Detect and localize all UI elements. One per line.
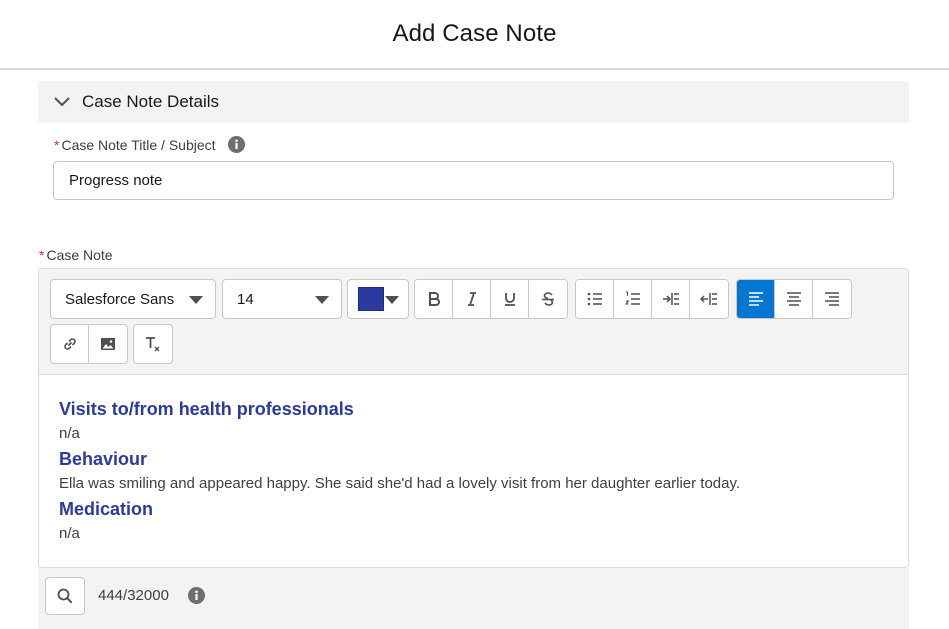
insert-button-group xyxy=(50,324,128,364)
clear-format-group xyxy=(133,324,173,364)
underline-button[interactable] xyxy=(491,280,529,318)
align-center-icon xyxy=(786,292,801,306)
search-button[interactable] xyxy=(45,577,85,615)
info-icon[interactable] xyxy=(227,136,245,153)
bold-icon xyxy=(428,292,440,306)
outdent-icon xyxy=(700,293,717,305)
font-family-select[interactable]: Salesforce Sans xyxy=(50,279,216,319)
content-paragraph: n/a xyxy=(59,425,80,442)
font-size-select[interactable]: 14 xyxy=(222,279,342,319)
case-note-label-text: Case Note xyxy=(46,247,113,263)
content-heading: Medication xyxy=(59,499,154,519)
bulleted-list-icon xyxy=(587,292,602,306)
align-left-button[interactable] xyxy=(737,280,775,318)
numbered-list-button[interactable] xyxy=(614,280,652,318)
font-size-value: 14 xyxy=(237,290,254,308)
required-marker: * xyxy=(39,247,45,263)
caret-down-icon xyxy=(189,296,203,304)
list-button-group xyxy=(575,279,729,319)
bulleted-list-button[interactable] xyxy=(576,280,614,318)
rich-text-editor: Salesforce Sans 14 Visits to/from health… xyxy=(38,268,909,568)
chevron-down-icon xyxy=(54,97,70,107)
content-paragraph: n/a xyxy=(59,525,80,542)
text-color-picker[interactable] xyxy=(347,279,409,319)
required-marker: * xyxy=(54,136,60,153)
content-heading: Behaviour xyxy=(59,449,148,469)
section-header-case-note-details[interactable]: Case Note Details xyxy=(38,81,909,123)
editor-content[interactable]: Visits to/from health professionals n/a … xyxy=(59,397,889,547)
align-left-icon xyxy=(748,292,763,306)
info-icon[interactable] xyxy=(188,587,205,604)
case-note-field-label: * Case Note xyxy=(39,247,113,263)
title-label-text: Case Note Title / Subject xyxy=(61,136,216,153)
search-icon xyxy=(57,588,73,604)
image-icon xyxy=(101,338,115,350)
editor-toolbar: Salesforce Sans 14 xyxy=(39,269,908,375)
case-note-title-input[interactable] xyxy=(53,161,894,200)
caret-down-icon xyxy=(315,296,329,304)
italic-button[interactable] xyxy=(453,280,491,318)
content-paragraph: Ella was smiling and appeared happy. She… xyxy=(59,475,741,492)
modal-header: Add Case Note xyxy=(0,0,949,70)
insert-link-button[interactable] xyxy=(51,325,89,363)
indent-button[interactable] xyxy=(652,280,690,318)
font-family-value: Salesforce Sans xyxy=(65,290,175,308)
title-field-label: * Case Note Title / Subject xyxy=(54,136,245,153)
indent-icon xyxy=(662,293,679,305)
italic-icon xyxy=(467,292,476,306)
section-title: Case Note Details xyxy=(82,92,220,111)
align-right-icon xyxy=(825,292,839,306)
align-center-button[interactable] xyxy=(775,280,813,318)
strikethrough-icon xyxy=(542,292,554,306)
link-icon xyxy=(63,338,76,350)
editor-footer: 444/32000 xyxy=(38,568,909,629)
content-heading: Visits to/from health professionals xyxy=(59,399,354,419)
bold-button[interactable] xyxy=(415,280,453,318)
strikethrough-button[interactable] xyxy=(529,280,567,318)
character-count: 444/32000 xyxy=(98,587,169,604)
align-right-button[interactable] xyxy=(813,280,851,318)
format-button-group xyxy=(414,279,568,319)
numbered-list-icon xyxy=(624,291,640,305)
modal-title: Add Case Note xyxy=(392,20,557,47)
insert-image-button[interactable] xyxy=(89,325,127,363)
outdent-button[interactable] xyxy=(690,280,728,318)
clear-formatting-icon xyxy=(146,337,160,352)
clear-formatting-button[interactable] xyxy=(134,325,172,363)
text-color-swatch xyxy=(358,287,384,311)
align-button-group xyxy=(736,279,852,319)
underline-icon xyxy=(504,293,515,306)
caret-down-icon xyxy=(385,296,399,304)
